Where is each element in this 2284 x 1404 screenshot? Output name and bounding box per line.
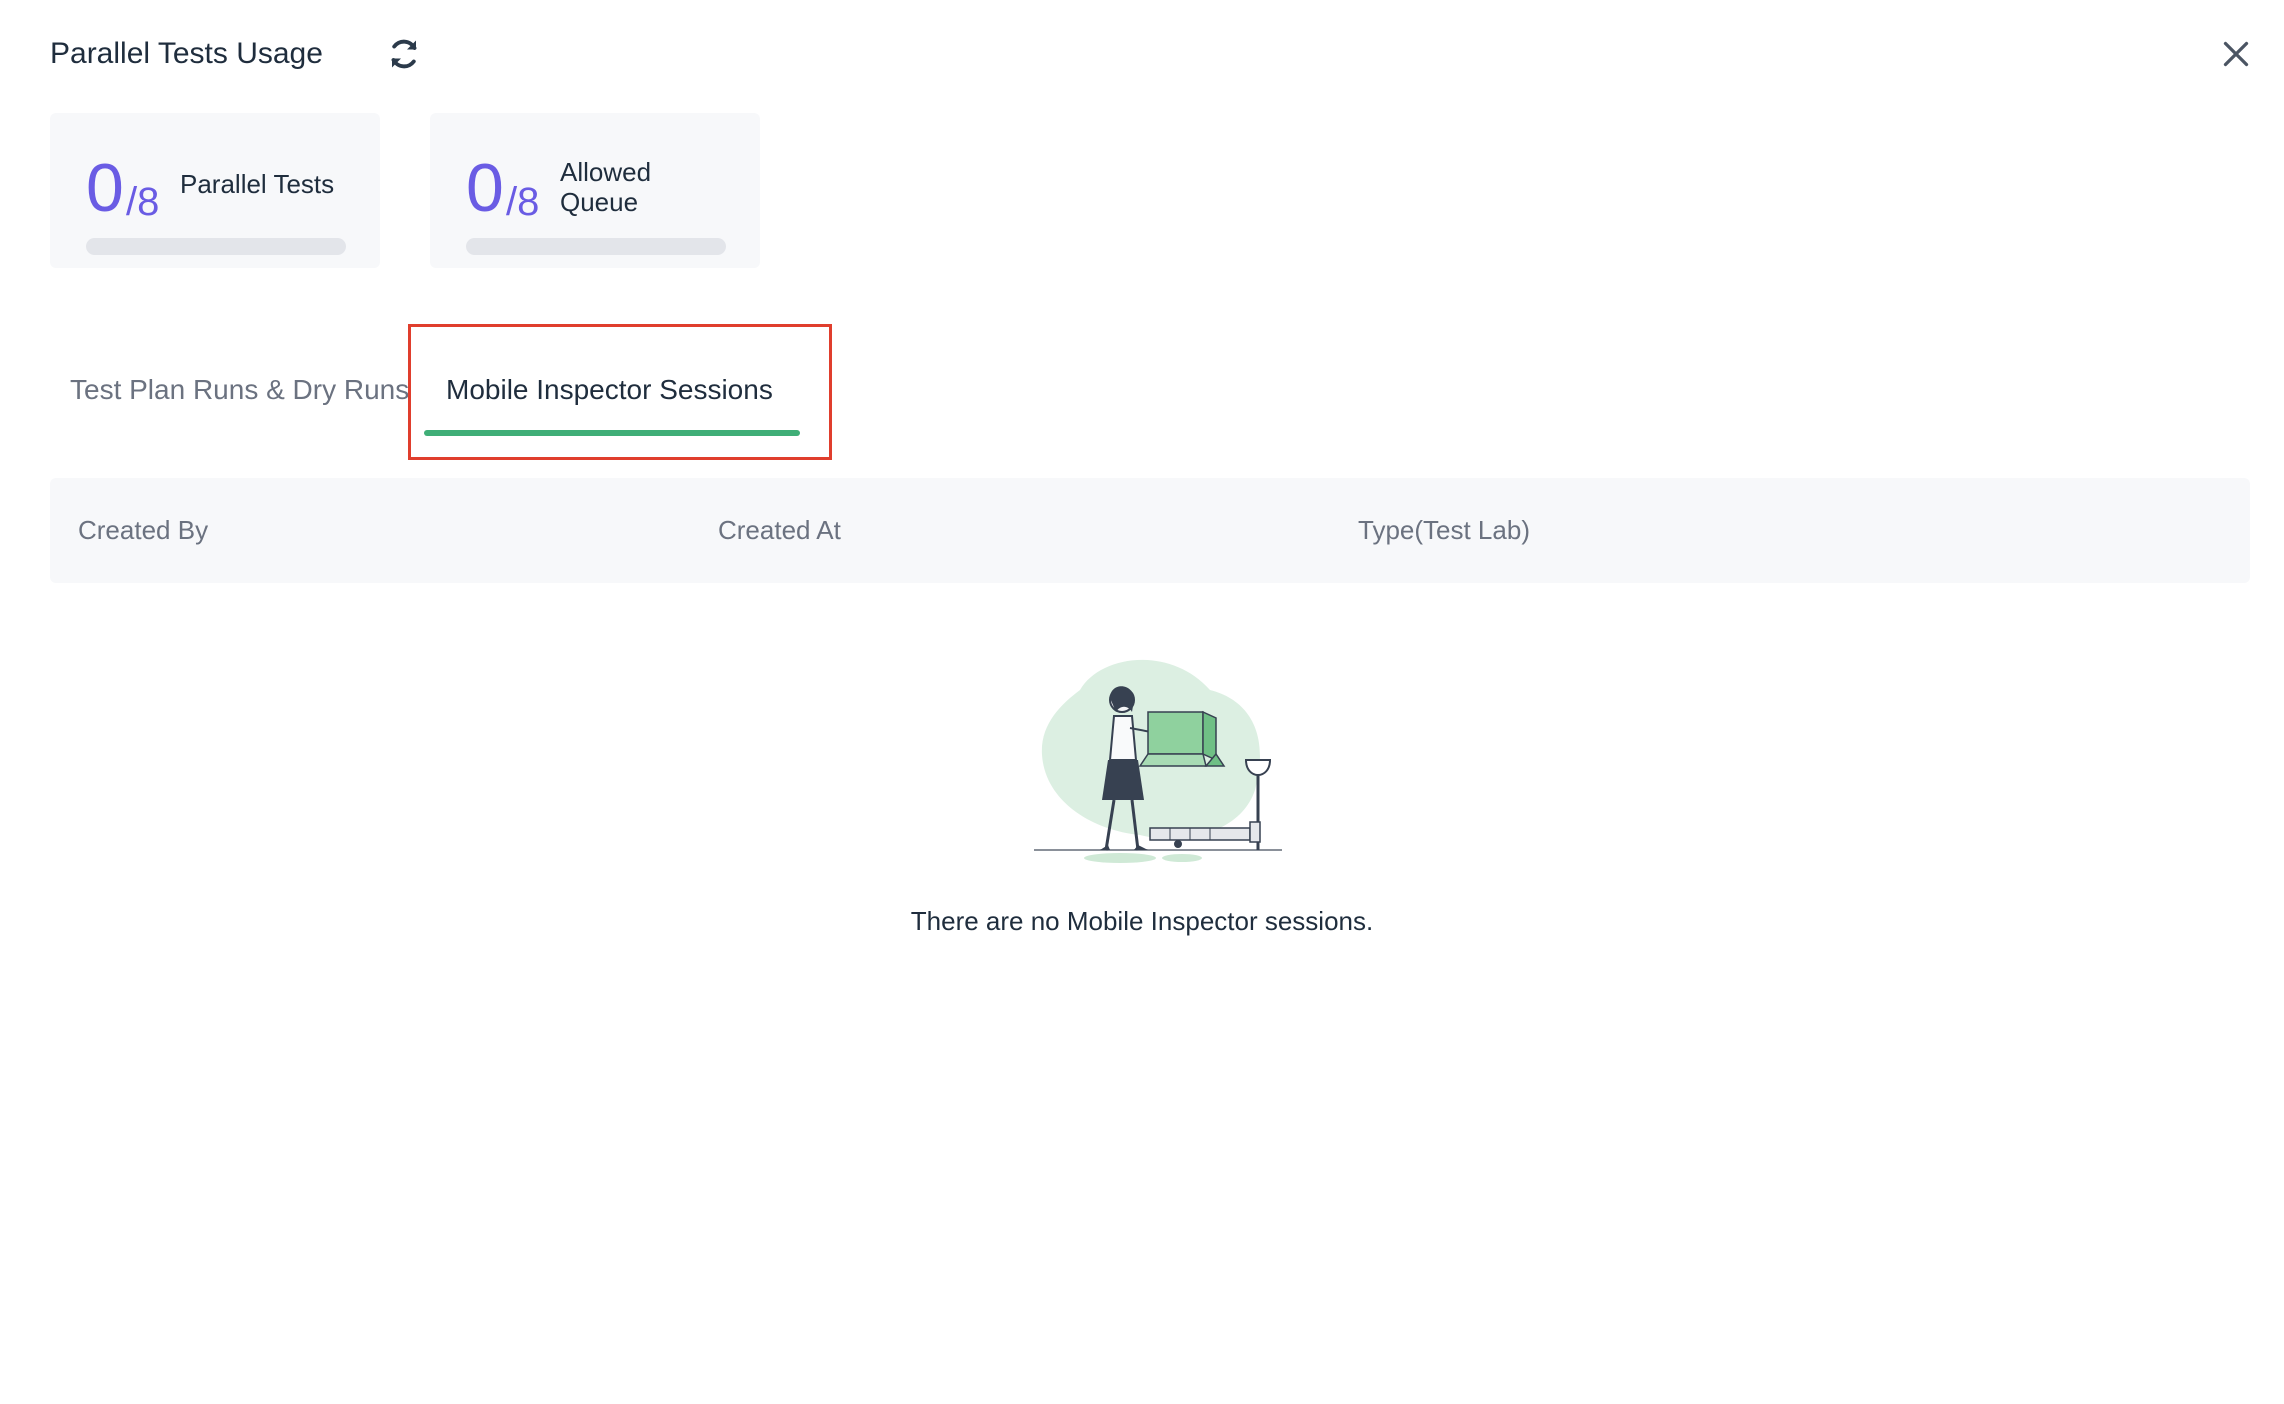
parallel-tests-label: Parallel Tests (180, 169, 335, 199)
parallel-tests-progress-bar (86, 238, 346, 255)
column-created-by: Created By (78, 515, 209, 545)
refresh-icon (391, 39, 417, 69)
allowed-queue-label-line2: Queue (560, 187, 639, 217)
tab-test-plan-runs[interactable]: Test Plan Runs & Dry Runs (70, 370, 409, 410)
table-header: Created By Created At Type(Test Lab) (50, 478, 2250, 583)
page-title: Parallel Tests Usage (50, 37, 323, 70)
parallel-tests-card: 0 /8 Parallel Tests (50, 113, 380, 268)
allowed-queue-label: Allowed Queue (560, 157, 740, 217)
refresh-button[interactable] (386, 36, 422, 72)
empty-state-message: There are no Mobile Inspector sessions. (910, 906, 1374, 936)
allowed-queue-progress-bar (466, 238, 726, 255)
highlight-box (408, 324, 832, 460)
column-created-at: Created At (718, 515, 841, 545)
allowed-queue-total: /8 (506, 180, 540, 224)
empty-state-illustration (1020, 650, 1300, 870)
parallel-tests-used: 0 (86, 150, 124, 226)
close-button[interactable] (2218, 36, 2254, 72)
allowed-queue-card: 0 /8 Allowed Queue (430, 113, 760, 268)
parallel-tests-total: /8 (126, 180, 160, 224)
close-icon (2223, 41, 2249, 67)
column-type-test-lab: Type(Test Lab) (1358, 515, 1530, 545)
allowed-queue-used: 0 (466, 150, 504, 226)
allowed-queue-label-line1: Allowed (560, 157, 652, 187)
